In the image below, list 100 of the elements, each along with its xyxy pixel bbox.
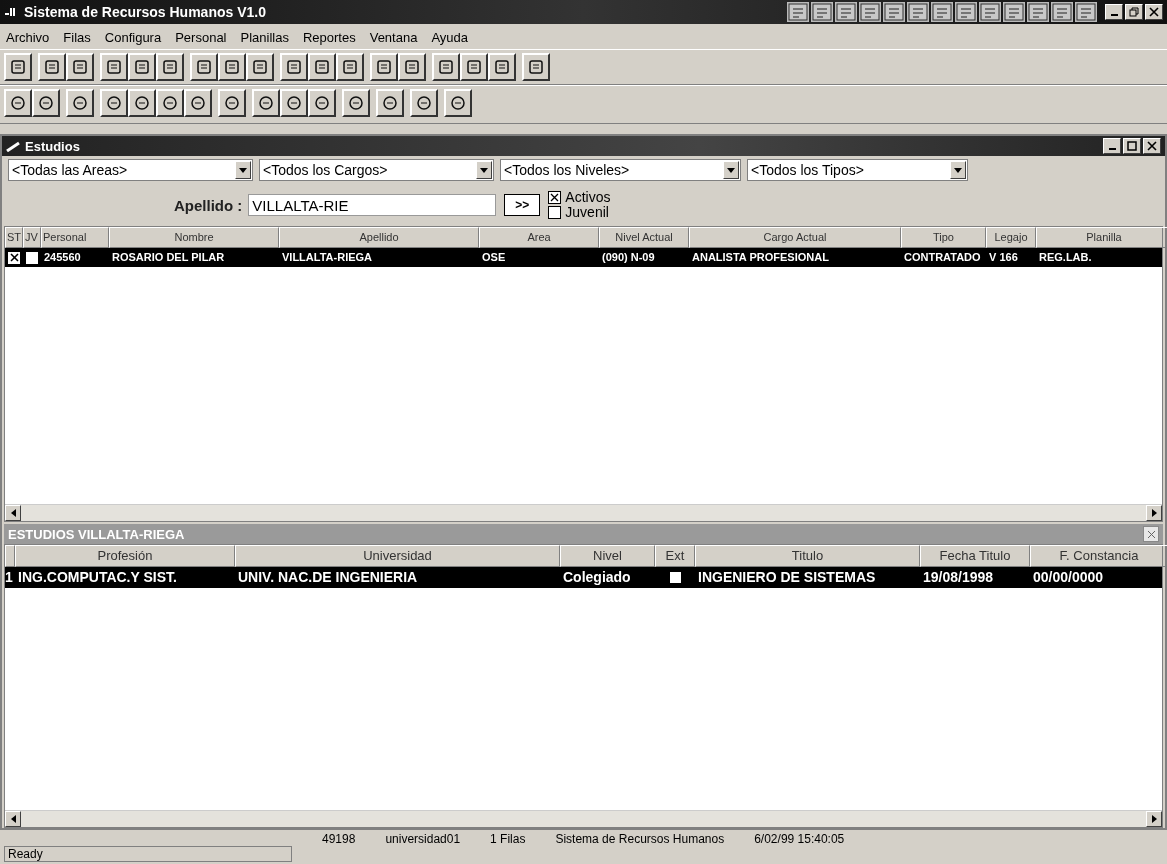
toolbar-button[interactable] — [308, 89, 336, 117]
taskbar-icon[interactable] — [787, 2, 809, 22]
taskbar-icon[interactable] — [955, 2, 977, 22]
toolbar-button[interactable] — [398, 53, 426, 81]
toolbar-button[interactable] — [128, 53, 156, 81]
toolbar-button[interactable] — [410, 89, 438, 117]
search-button[interactable]: >> — [504, 194, 541, 216]
filter-dropdown[interactable]: <Todos los Niveles> — [500, 159, 741, 181]
column-header[interactable]: Profesión — [15, 545, 235, 567]
column-header[interactable]: Ext — [655, 545, 695, 567]
column-header[interactable]: Nombre — [109, 227, 279, 248]
taskbar-icon[interactable] — [1003, 2, 1025, 22]
toolbar-button[interactable] — [218, 53, 246, 81]
menu-item[interactable]: Personal — [175, 30, 227, 45]
search-field[interactable]: VILLALTA-RIE — [248, 194, 497, 216]
toolbar-button[interactable] — [190, 53, 218, 81]
checkbox[interactable] — [7, 250, 21, 265]
taskbar-icon[interactable] — [859, 2, 881, 22]
maximize-button[interactable] — [1123, 138, 1141, 154]
column-header[interactable]: Universidad — [235, 545, 560, 567]
toolbar-button[interactable] — [4, 53, 32, 81]
column-header[interactable]: ST — [5, 227, 23, 248]
filter-dropdown[interactable]: <Todos los Cargos> — [259, 159, 494, 181]
filter-dropdown[interactable]: <Todas las Areas> — [8, 159, 253, 181]
taskbar-icon[interactable] — [979, 2, 1001, 22]
toolbar-button[interactable] — [342, 89, 370, 117]
taskbar-icon[interactable] — [907, 2, 929, 22]
circle-icon — [381, 94, 399, 112]
toolbar-button[interactable] — [308, 53, 336, 81]
table-row[interactable]: 1 ING.COMPUTAC.Y SIST. UNIV. NAC.DE INGENIERIA Colegiado INGENIERO DE SISTEMAS 19/08/1998 00/00/0000 — [5, 567, 1162, 588]
toolbar-button[interactable] — [184, 89, 212, 117]
filter-dropdown[interactable]: <Todos los Tipos> — [747, 159, 968, 181]
taskbar-icon[interactable] — [1051, 2, 1073, 22]
toolbar-button[interactable] — [336, 53, 364, 81]
toolbar-button[interactable] — [376, 89, 404, 117]
column-header[interactable]: Nivel — [560, 545, 655, 567]
menu-item[interactable]: Archivo — [6, 30, 50, 45]
toolbar-button[interactable] — [38, 53, 66, 81]
toolbar-button[interactable] — [156, 53, 184, 81]
toolbar-button[interactable] — [100, 89, 128, 117]
toolbar-button[interactable] — [32, 89, 60, 117]
menu-item[interactable]: Planillas — [240, 30, 289, 45]
taskbar-icon[interactable] — [883, 2, 905, 22]
column-header[interactable]: Titulo — [695, 545, 920, 567]
column-header[interactable]: F. Constancia — [1030, 545, 1167, 567]
circle-icon — [223, 94, 241, 112]
toolbar-button[interactable] — [432, 53, 460, 81]
toolbar-button[interactable] — [246, 53, 274, 81]
toolbar-button[interactable] — [460, 53, 488, 81]
scroll-left-icon[interactable] — [10, 815, 16, 823]
horizontal-scrollbar[interactable] — [5, 504, 1162, 521]
column-header[interactable]: Planilla — [1036, 227, 1167, 248]
menu-item[interactable]: Configura — [104, 30, 162, 45]
toolbar-button[interactable] — [218, 89, 246, 117]
toolbar-button[interactable] — [66, 53, 94, 81]
column-header[interactable]: Tipo — [901, 227, 986, 248]
toolbar-button[interactable] — [100, 53, 128, 81]
taskbar-icon[interactable] — [1027, 2, 1049, 22]
column-header[interactable]: Cargo Actual — [689, 227, 901, 248]
toolbar-button[interactable] — [156, 89, 184, 117]
app-icon — [4, 6, 18, 18]
toolbar-button[interactable] — [444, 89, 472, 117]
toolbar-button[interactable] — [4, 89, 32, 117]
menu-item[interactable]: Ventana — [369, 30, 418, 45]
menu-item[interactable]: Reportes — [302, 30, 356, 45]
column-header[interactable]: Personal — [41, 227, 109, 248]
toolbar-button[interactable] — [252, 89, 280, 117]
table-row[interactable]: 245560 ROSARIO DEL PILAR VILLALTA-RIEGA OSE (090) N-09 ANALISTA PROFESIONAL CONTRATADO V 166 REG.LAB. — [5, 248, 1162, 267]
horizontal-scrollbar[interactable] — [5, 810, 1162, 827]
column-header[interactable]: Apellido — [279, 227, 479, 248]
column-header[interactable]: Area — [479, 227, 599, 248]
taskbar-icon[interactable] — [811, 2, 833, 22]
toolbar-button[interactable] — [522, 53, 550, 81]
checkbox[interactable] — [668, 571, 682, 584]
close-icon — [1146, 529, 1156, 539]
column-header[interactable]: Fecha Titulo — [920, 545, 1030, 567]
restore-button[interactable] — [1125, 4, 1143, 20]
checkbox[interactable] — [25, 250, 39, 265]
taskbar-icon[interactable] — [1075, 2, 1097, 22]
menu-item[interactable]: Ayuda — [431, 30, 469, 45]
minimize-button[interactable] — [1105, 4, 1123, 20]
scroll-right-icon[interactable] — [1151, 509, 1157, 517]
scroll-left-icon[interactable] — [10, 509, 16, 517]
toolbar-button[interactable] — [128, 89, 156, 117]
column-header[interactable]: Legajo — [986, 227, 1036, 248]
table-cell-text: OSE — [481, 250, 507, 265]
checkbox[interactable] — [548, 206, 562, 219]
toolbar-button[interactable] — [488, 53, 516, 81]
column-header[interactable]: Nivel Actual — [599, 227, 689, 248]
checkbox[interactable] — [548, 191, 562, 204]
minimize-button[interactable] — [1103, 138, 1121, 154]
toolbar-button[interactable] — [370, 53, 398, 81]
scroll-right-icon[interactable] — [1151, 815, 1157, 823]
taskbar-icon[interactable] — [835, 2, 857, 22]
toolbar-button[interactable] — [280, 53, 308, 81]
column-header[interactable]: JV — [23, 227, 41, 248]
taskbar-icon[interactable] — [931, 2, 953, 22]
toolbar-button[interactable] — [280, 89, 308, 117]
menu-item[interactable]: Filas — [63, 30, 91, 45]
toolbar-button[interactable] — [66, 89, 94, 117]
